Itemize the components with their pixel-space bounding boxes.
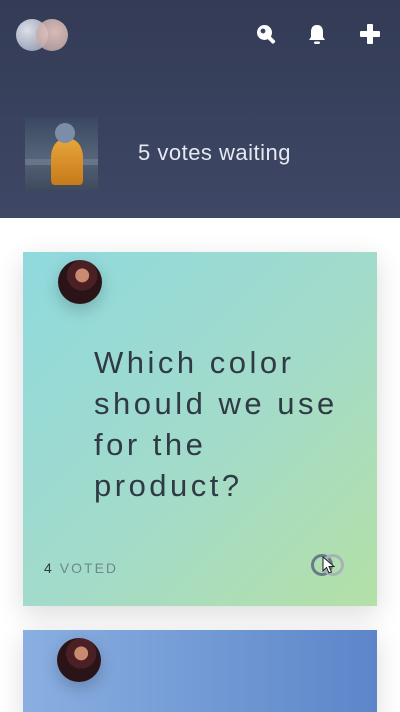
voted-label: VOTED — [59, 560, 119, 576]
vote-card[interactable]: Which color should we use for the produc… — [23, 252, 377, 606]
votes-waiting-text[interactable]: 5 votes waiting — [138, 140, 291, 166]
logo-circle-right — [36, 19, 68, 51]
voted-count: 4 VOTED — [44, 560, 118, 576]
avatar[interactable] — [57, 638, 101, 682]
waiting-thumbnail[interactable] — [25, 117, 98, 190]
bell-icon[interactable] — [305, 22, 329, 46]
thumbnail-figure — [51, 139, 83, 185]
plus-icon[interactable] — [358, 22, 382, 46]
thumbnail-head — [55, 123, 75, 143]
voted-number: 4 — [44, 560, 54, 576]
app-logo[interactable] — [16, 19, 68, 51]
card-question: Which color should we use for the produc… — [94, 345, 338, 503]
search-icon[interactable] — [254, 22, 278, 46]
header: 5 votes waiting — [0, 0, 400, 218]
cursor-icon — [322, 555, 336, 578]
avatar[interactable] — [58, 260, 102, 304]
vote-card-next[interactable] — [23, 630, 377, 712]
